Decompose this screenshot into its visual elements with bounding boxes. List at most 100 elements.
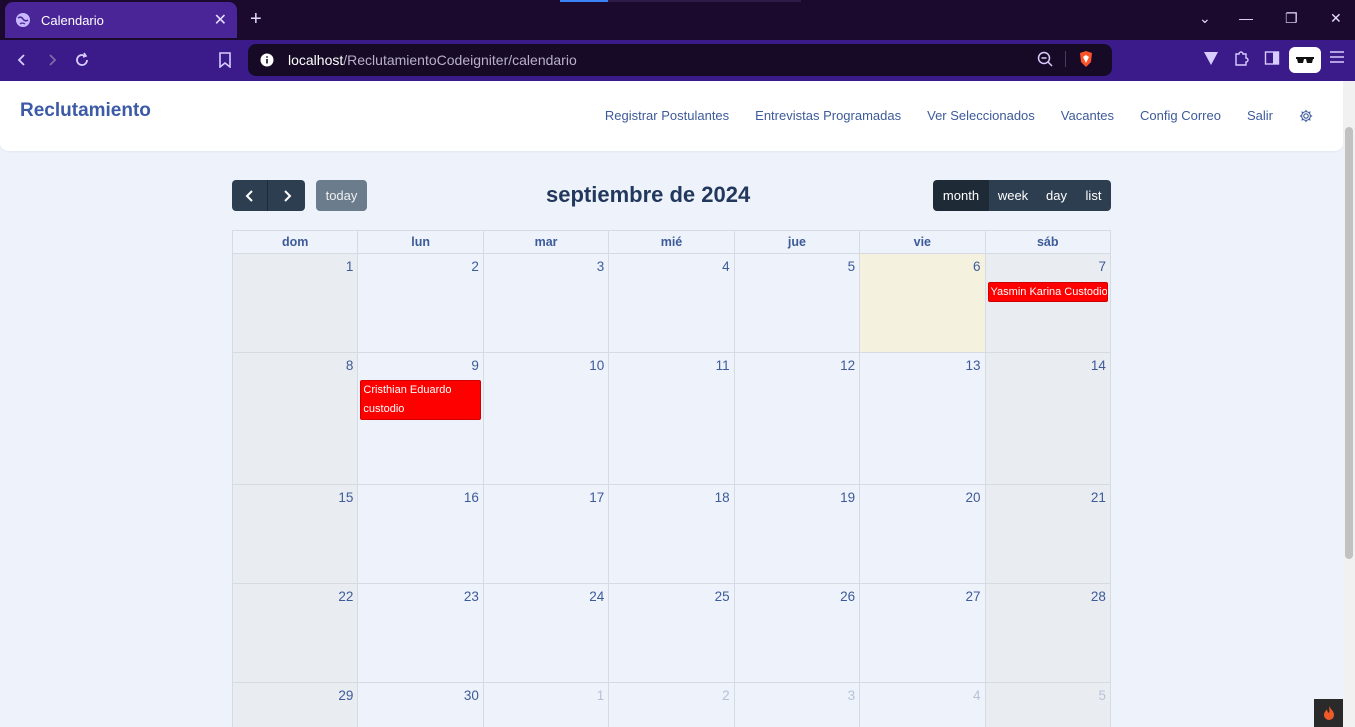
- vpn-icon[interactable]: [1203, 50, 1219, 71]
- day-number[interactable]: 20: [966, 490, 981, 505]
- day-cell[interactable]: 25: [609, 584, 735, 682]
- dow-header[interactable]: dom: [233, 230, 359, 254]
- day-number[interactable]: 1: [597, 688, 605, 703]
- address-bar[interactable]: localhost/ReclutamientoCodeigniter/calen…: [248, 44, 1112, 76]
- day-number[interactable]: 28: [1091, 589, 1106, 604]
- day-number[interactable]: 1: [346, 259, 354, 274]
- scrollbar-thumb[interactable]: [1345, 127, 1353, 559]
- dow-header[interactable]: mar: [483, 230, 610, 254]
- site-info-icon[interactable]: [260, 53, 274, 67]
- day-cell[interactable]: 5: [735, 254, 861, 352]
- reader-glasses-icon[interactable]: [1289, 47, 1321, 73]
- day-cell[interactable]: 17: [484, 485, 610, 583]
- day-cell[interactable]: 23: [358, 584, 484, 682]
- nav-salir[interactable]: Salir: [1247, 108, 1273, 123]
- today-cell[interactable]: 6: [860, 254, 986, 352]
- zoom-out-icon[interactable]: [1037, 51, 1053, 67]
- nav-vacantes[interactable]: Vacantes: [1061, 108, 1114, 123]
- sidebar-icon[interactable]: [1264, 50, 1280, 71]
- day-number[interactable]: 14: [1091, 358, 1106, 373]
- day-cell[interactable]: 29: [233, 683, 359, 727]
- day-number[interactable]: 6: [973, 259, 981, 274]
- dow-header[interactable]: vie: [860, 230, 986, 254]
- day-number[interactable]: 26: [840, 589, 855, 604]
- list-view-button[interactable]: list: [1076, 180, 1111, 211]
- day-number[interactable]: 29: [338, 688, 353, 703]
- calendar-event[interactable]: Cristhian Eduardo custodio: [360, 380, 481, 420]
- day-number[interactable]: 30: [464, 688, 479, 703]
- day-number[interactable]: 9: [471, 358, 479, 373]
- day-cell[interactable]: 19: [735, 485, 861, 583]
- day-cell[interactable]: 30: [358, 683, 484, 727]
- day-number[interactable]: 5: [1098, 688, 1106, 703]
- day-number[interactable]: 8: [346, 358, 354, 373]
- day-number[interactable]: 2: [471, 259, 479, 274]
- day-number[interactable]: 2: [722, 688, 730, 703]
- close-tab-icon[interactable]: ✕: [214, 10, 227, 30]
- calendar-event[interactable]: Yasmin Karina Custodio Ib: [987, 282, 1108, 302]
- day-cell[interactable]: 27: [860, 584, 986, 682]
- day-cell[interactable]: 13: [860, 353, 986, 484]
- day-number[interactable]: 3: [848, 688, 856, 703]
- day-cell[interactable]: 18: [609, 485, 735, 583]
- day-cell[interactable]: 20: [860, 485, 986, 583]
- day-number[interactable]: 4: [722, 259, 730, 274]
- nav-entrevistas-programadas[interactable]: Entrevistas Programadas: [755, 108, 901, 123]
- day-number[interactable]: 3: [597, 259, 605, 274]
- day-cell[interactable]: 22: [233, 584, 359, 682]
- day-cell[interactable]: 2: [609, 683, 735, 727]
- day-cell[interactable]: 2: [358, 254, 484, 352]
- day-number[interactable]: 15: [338, 490, 353, 505]
- bookmark-icon[interactable]: [214, 49, 236, 71]
- day-number[interactable]: 4: [973, 688, 981, 703]
- dow-header[interactable]: mié: [609, 230, 735, 254]
- day-cell[interactable]: 1: [233, 254, 359, 352]
- day-cell[interactable]: 3: [484, 254, 610, 352]
- dow-header[interactable]: jue: [734, 230, 861, 254]
- close-window-icon[interactable]: ✕: [1330, 10, 1342, 27]
- day-cell[interactable]: 3: [735, 683, 861, 727]
- extensions-icon[interactable]: [1233, 50, 1249, 71]
- day-cell[interactable]: 7 Yasmin Karina Custodio Ib: [985, 254, 1111, 352]
- forward-icon[interactable]: [41, 49, 63, 71]
- day-cell[interactable]: 8: [233, 353, 359, 484]
- back-icon[interactable]: [11, 49, 33, 71]
- day-number[interactable]: 18: [715, 490, 730, 505]
- day-number[interactable]: 10: [589, 358, 604, 373]
- nav-ver-seleccionados[interactable]: Ver Seleccionados: [927, 108, 1035, 123]
- day-number[interactable]: 7: [1098, 259, 1106, 274]
- day-cell[interactable]: 10: [484, 353, 610, 484]
- day-cell[interactable]: 26: [735, 584, 861, 682]
- prev-month-button[interactable]: [232, 180, 268, 211]
- day-cell[interactable]: 4: [609, 254, 735, 352]
- day-number[interactable]: 21: [1091, 490, 1106, 505]
- day-number[interactable]: 27: [966, 589, 981, 604]
- gear-icon[interactable]: [1299, 109, 1313, 123]
- day-number[interactable]: 24: [589, 589, 604, 604]
- day-number[interactable]: 11: [716, 358, 730, 373]
- day-cell[interactable]: 14: [985, 353, 1111, 484]
- day-cell[interactable]: 9 Cristhian Eduardo custodio: [358, 353, 484, 484]
- day-number[interactable]: 17: [589, 490, 604, 505]
- day-cell[interactable]: 16: [358, 485, 484, 583]
- minimize-icon[interactable]: —: [1239, 10, 1253, 26]
- new-tab-icon[interactable]: +: [250, 8, 262, 30]
- week-view-button[interactable]: week: [989, 180, 1037, 211]
- restore-icon[interactable]: ❐: [1285, 10, 1298, 27]
- day-number[interactable]: 5: [848, 259, 856, 274]
- day-view-button[interactable]: day: [1037, 180, 1076, 211]
- menu-icon[interactable]: [1329, 50, 1345, 69]
- day-number[interactable]: 25: [715, 589, 730, 604]
- dow-header[interactable]: sáb: [985, 230, 1111, 254]
- day-number[interactable]: 22: [338, 589, 353, 604]
- day-number[interactable]: 23: [464, 589, 479, 604]
- dow-header[interactable]: lun: [358, 230, 484, 254]
- debug-toolbar-flame-icon[interactable]: [1314, 699, 1343, 727]
- day-number[interactable]: 19: [840, 490, 855, 505]
- day-number[interactable]: 13: [966, 358, 981, 373]
- day-cell[interactable]: 24: [484, 584, 610, 682]
- today-button[interactable]: today: [316, 180, 367, 211]
- month-view-button[interactable]: month: [933, 180, 989, 211]
- tab-search-chevron-icon[interactable]: ⌄: [1199, 10, 1211, 27]
- day-number[interactable]: 12: [840, 358, 855, 373]
